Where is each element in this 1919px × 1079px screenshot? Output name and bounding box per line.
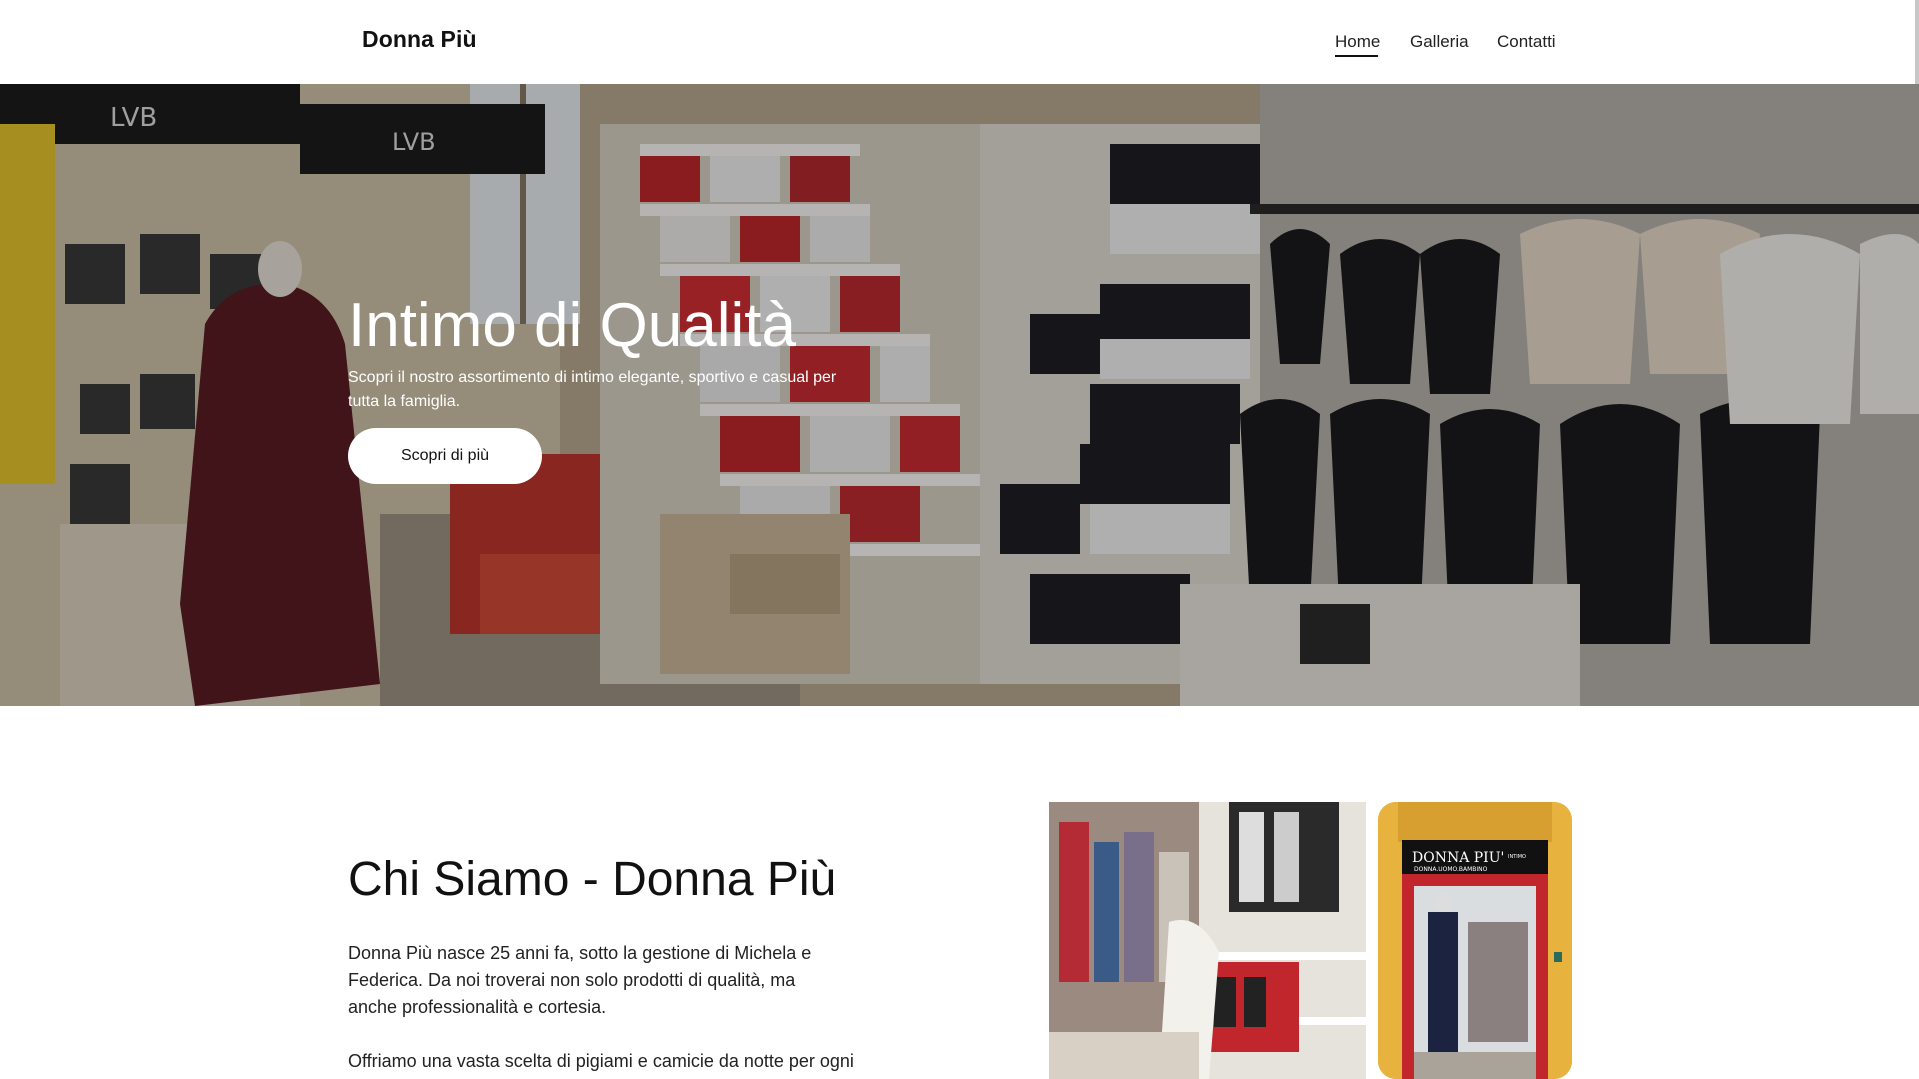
nav-galleria[interactable]: Galleria	[1410, 32, 1469, 52]
store-interior-photo	[1049, 802, 1366, 1079]
nav-home[interactable]: Home	[1335, 32, 1380, 52]
hero-section: LVB LVB Intimo di Qualità Scopri il nost…	[0, 84, 1919, 706]
storefront-subsign: DONNA.UOMO.BAMBINO	[1414, 866, 1488, 873]
hero-overlay	[0, 84, 1919, 706]
scrollbar[interactable]	[1915, 0, 1919, 84]
storefront-tag: INTIMO	[1508, 854, 1526, 860]
brand-logo[interactable]: Donna Più	[362, 26, 477, 53]
active-nav-indicator	[1335, 55, 1378, 57]
storefront-sign: DONNA PIU'	[1412, 850, 1504, 866]
nav-contatti[interactable]: Contatti	[1497, 32, 1556, 52]
about-paragraph-2: Offriamo una vasta scelta di pigiami e c…	[348, 1051, 854, 1071]
hero-subtitle: Scopri il nostro assortimento di intimo …	[348, 369, 837, 410]
about-title: Chi Siamo - Donna Più	[348, 853, 837, 906]
site-header: Donna Più Home Galleria Contatti	[0, 0, 1919, 84]
hero-title: Intimo di Qualità	[348, 291, 796, 360]
discover-more-button[interactable]: Scopri di più	[348, 428, 542, 484]
storefront-photo: DONNA PIU' INTIMO DONNA.UOMO.BAMBINO	[1378, 802, 1572, 1079]
about-paragraph-1: Donna Più nasce 25 anni fa, sotto la ges…	[348, 943, 812, 1017]
